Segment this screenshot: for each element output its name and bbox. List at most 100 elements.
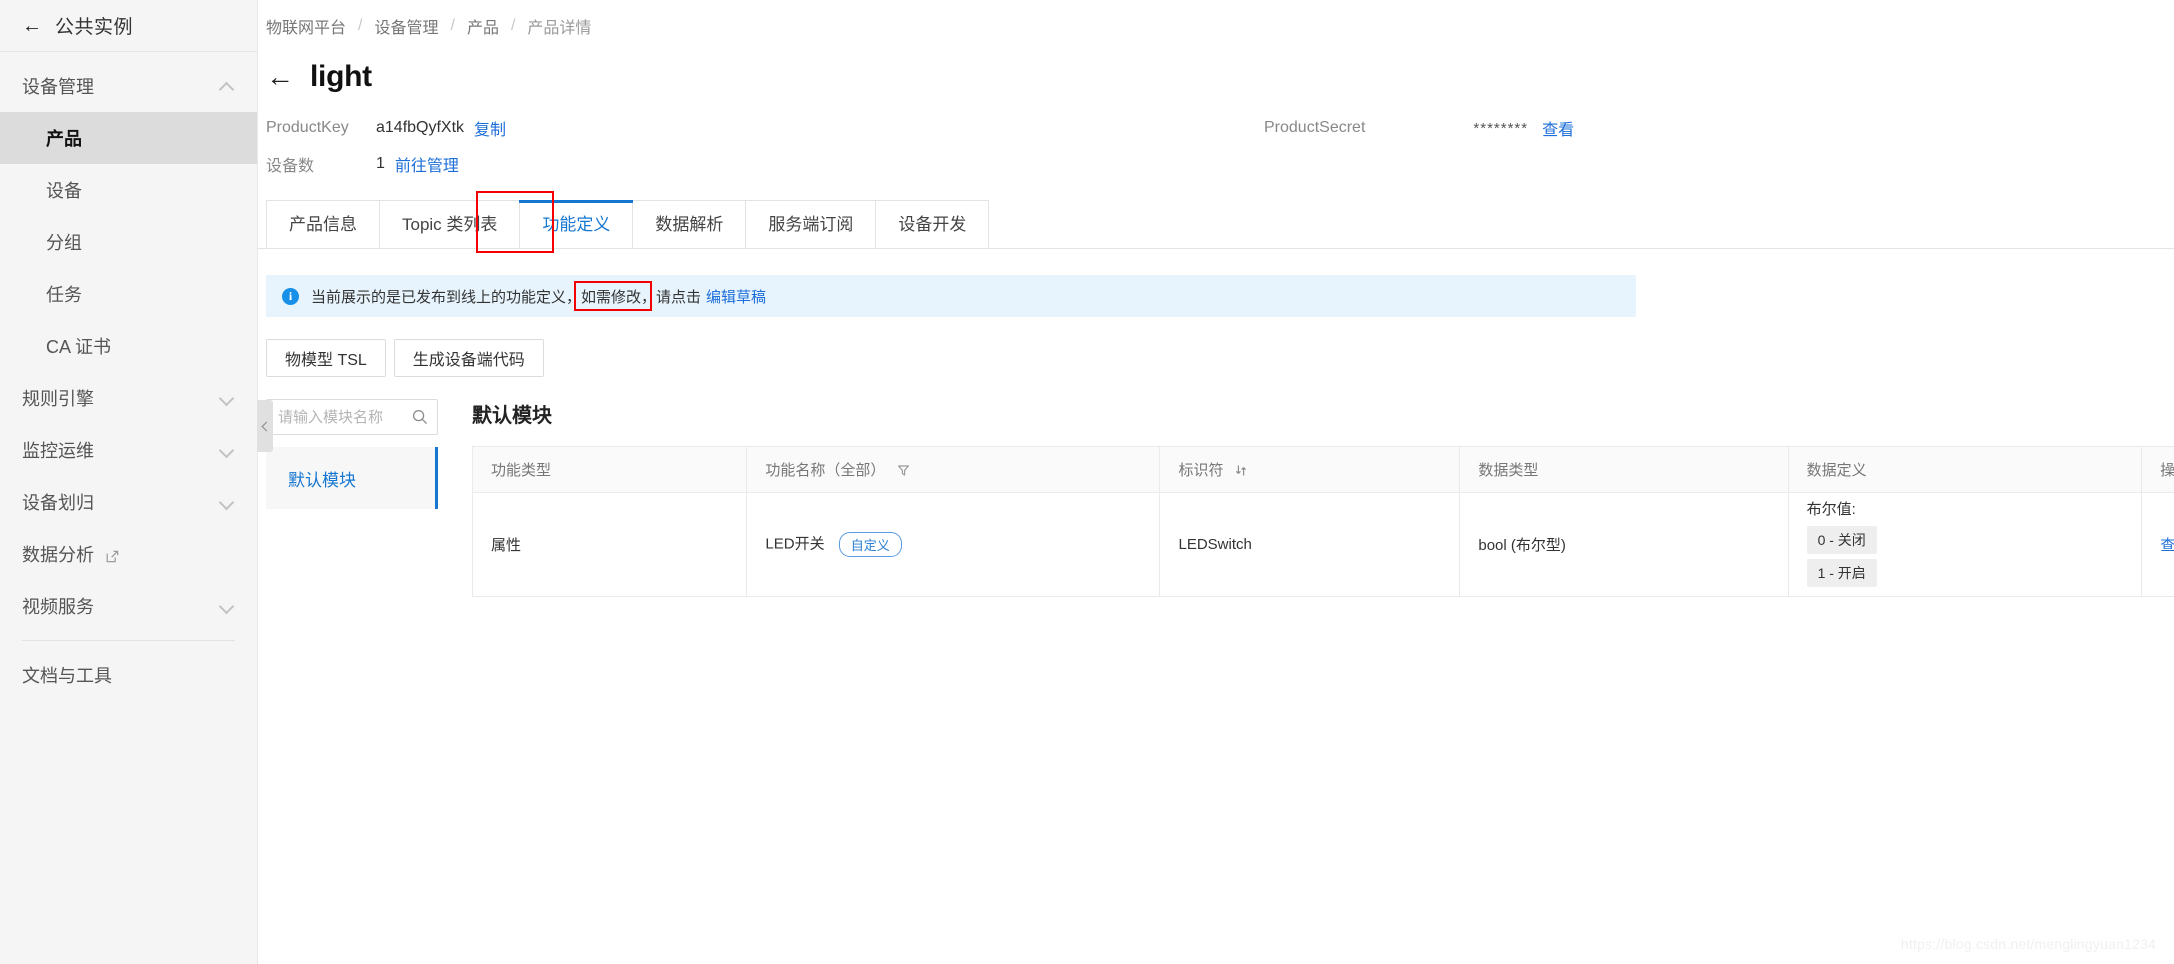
product-key-row: ProductKey a14fbQyfXtk 复制	[266, 114, 2174, 142]
edit-draft-link[interactable]: 编辑草稿	[706, 286, 766, 307]
sidebar-item-tasks[interactable]: 任务	[0, 268, 257, 320]
breadcrumb-item-products[interactable]: 产品	[467, 14, 499, 38]
sidebar-nav: 设备管理 产品 设备 分组 任务 CA 证书 规则引擎 监控运维 设备划归 数据…	[0, 52, 257, 701]
table-header-row: 功能类型 功能名称（全部） 标识符 数据类型 数据定义 操	[471, 446, 2174, 493]
watermark: https://blog.csdn.net/menglingyuan1234	[1900, 936, 2156, 952]
page-header: ← light	[258, 38, 2174, 94]
breadcrumb-separator: /	[510, 17, 516, 34]
copy-product-key-link[interactable]: 复制	[474, 116, 506, 140]
sidebar-group-video-service[interactable]: 视频服务	[0, 580, 257, 632]
breadcrumb-item-device-management[interactable]: 设备管理	[374, 14, 438, 38]
tab-data-parsing[interactable]: 数据解析	[632, 200, 747, 248]
chevron-down-icon	[219, 598, 235, 614]
sidebar-group-label: 设备划归	[22, 493, 94, 513]
cell-function-name: LED开关 自定义	[746, 492, 1161, 597]
sidebar-group-label: 视频服务	[22, 597, 94, 617]
sidebar-group-label: 设备管理	[22, 77, 94, 97]
chevron-down-icon	[219, 442, 235, 458]
page-title: light	[310, 60, 372, 93]
data-definition-title: 布尔值:	[1806, 500, 1856, 518]
module-list: 默认模块	[266, 447, 446, 509]
function-definition-table: 功能类型 功能名称（全部） 标识符 数据类型 数据定义 操 属性 LED开关 自…	[471, 446, 2174, 597]
sort-icon[interactable]	[1235, 464, 1247, 481]
alert-text: 当前展示的是已发布到线上的功能定义，如需修改，请点击	[311, 288, 702, 306]
sidebar-item-label: 文档与工具	[22, 666, 112, 686]
sidebar-item-label: 产品	[46, 129, 82, 149]
chevron-up-icon	[219, 78, 235, 94]
app-root: ← 公共实例 设备管理 产品 设备 分组 任务 CA 证书 规则引擎 监控运维 …	[0, 0, 2174, 964]
sidebar-item-groups[interactable]: 分组	[0, 216, 257, 268]
sidebar-group-rule-engine[interactable]: 规则引擎	[0, 372, 257, 424]
sidebar-item-docs-tools[interactable]: 文档与工具	[0, 649, 257, 701]
tsl-table-area: 默认模块 功能类型 功能名称（全部） 标识符 数据类型 数据定义 操 属性 LE…	[446, 399, 2174, 597]
generate-device-code-button[interactable]: 生成设备端代码	[393, 339, 544, 377]
column-header-function-type: 功能类型	[471, 446, 748, 493]
product-key-value: a14fbQyfXtk	[376, 119, 465, 136]
filter-icon[interactable]	[897, 464, 910, 481]
view-function-link[interactable]: 查看	[2160, 537, 2174, 554]
module-search[interactable]	[266, 399, 438, 435]
tab-function-definition[interactable]: 功能定义	[519, 200, 634, 248]
action-buttons: 物模型 TSL 生成设备端代码	[266, 339, 2174, 377]
sidebar-group-device-management[interactable]: 设备管理	[0, 60, 257, 112]
sidebar: ← 公共实例 设备管理 产品 设备 分组 任务 CA 证书 规则引擎 监控运维 …	[0, 0, 273, 964]
device-count-row: 设备数 1 前往管理	[266, 150, 2174, 178]
cell-function-type: 属性	[471, 492, 748, 597]
info-icon: i	[282, 287, 299, 305]
instance-name: 公共实例	[55, 17, 134, 38]
sidebar-group-device-assignment[interactable]: 设备划归	[0, 476, 257, 528]
cell-identifier: LEDSwitch	[1159, 492, 1461, 597]
sidebar-collapse-handle[interactable]	[257, 400, 273, 452]
tsl-model-button[interactable]: 物模型 TSL	[266, 339, 386, 377]
breadcrumb-item-iot-platform[interactable]: 物联网平台	[266, 14, 346, 38]
tab-topic-list[interactable]: Topic 类列表	[379, 200, 521, 248]
sidebar-item-label: 设备	[46, 181, 82, 201]
view-product-secret-link[interactable]: 查看	[1542, 116, 1574, 140]
module-panel: 默认模块	[266, 399, 446, 597]
sidebar-item-data-analysis[interactable]: 数据分析	[0, 528, 257, 580]
device-count-value: 1	[376, 155, 385, 172]
sidebar-group-monitoring[interactable]: 监控运维	[0, 424, 257, 476]
custom-badge: 自定义	[838, 532, 902, 557]
sidebar-item-products[interactable]: 产品	[0, 112, 257, 164]
column-header-identifier[interactable]: 标识符	[1159, 446, 1461, 493]
tab-server-subscription[interactable]: 服务端订阅	[745, 200, 877, 248]
table-row: 属性 LED开关 自定义 LEDSwitch bool (布尔型) 布尔值: 0…	[471, 492, 2174, 597]
sidebar-group-label: 规则引擎	[22, 389, 94, 409]
arrow-left-icon: ←	[22, 14, 42, 37]
breadcrumb-separator: /	[358, 17, 363, 34]
published-tsl-alert: i 当前展示的是已发布到线上的功能定义，如需修改，请点击 编辑草稿	[266, 275, 1636, 317]
go-to-device-management-link[interactable]: 前往管理	[395, 152, 459, 176]
cell-data-definition: 布尔值: 0 - 关闭 1 - 开启	[1788, 492, 2143, 597]
data-definition-value-on: 1 - 开启	[1806, 558, 2124, 592]
product-info-block: ProductKey a14fbQyfXtk 复制 设备数 1 前往管理 Pro…	[258, 114, 2174, 178]
module-item-label: 默认模块	[288, 470, 356, 490]
sidebar-item-label: CA 证书	[46, 337, 112, 357]
sidebar-item-devices[interactable]: 设备	[0, 164, 257, 216]
device-count-label: 设备数	[266, 158, 315, 175]
search-icon[interactable]	[412, 409, 428, 425]
breadcrumb: 物联网平台 / 设备管理 / 产品 / 产品详情	[258, 0, 2174, 38]
module-item-default[interactable]: 默认模块	[266, 447, 438, 509]
column-header-data-type: 数据类型	[1459, 446, 1789, 493]
search-input[interactable]	[267, 400, 399, 434]
function-name-text: LED开关	[765, 535, 825, 553]
product-secret-row: ProductSecret ******** 查看	[1264, 114, 1574, 142]
cell-operation: 查看	[2141, 492, 2174, 597]
column-header-data-definition: 数据定义	[1788, 446, 2143, 493]
tab-device-development[interactable]: 设备开发	[875, 200, 990, 248]
column-header-function-name[interactable]: 功能名称（全部）	[746, 446, 1161, 493]
sidebar-item-label: 任务	[46, 285, 82, 305]
product-key-label: ProductKey	[266, 119, 349, 136]
function-definition-body: 默认模块 默认模块 功能类型	[258, 399, 2174, 597]
breadcrumb-item-product-detail: 产品详情	[527, 20, 592, 37]
instance-switcher[interactable]: ← 公共实例	[0, 0, 257, 52]
sidebar-item-ca-certificates[interactable]: CA 证书	[0, 320, 257, 372]
column-header-operation: 操作	[2141, 446, 2174, 493]
data-definition-value-off: 0 - 关闭	[1806, 525, 2124, 559]
external-link-icon	[106, 550, 119, 563]
product-tabs: 产品信息 Topic 类列表 功能定义 数据解析 服务端订阅 设备开发	[258, 191, 2174, 253]
tab-product-info[interactable]: 产品信息	[266, 200, 380, 248]
arrow-left-icon[interactable]: ←	[266, 63, 294, 91]
sidebar-item-label: 数据分析	[22, 545, 94, 565]
